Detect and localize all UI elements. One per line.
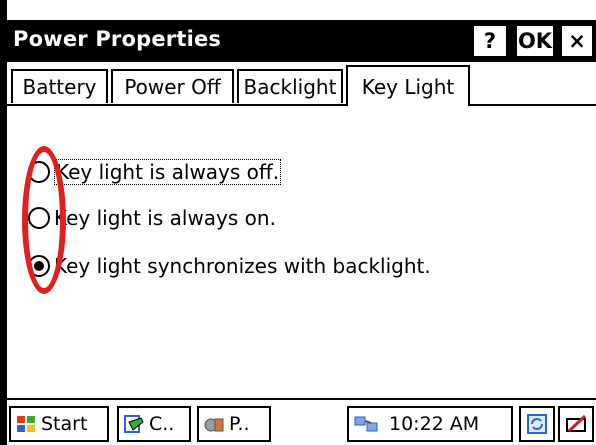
clock-tray[interactable]: 10:22 AM <box>347 406 513 442</box>
option-always-on-label: Key light is always on. <box>54 206 276 230</box>
title-bar: Power Properties ? OK × <box>7 20 596 62</box>
option-sync-backlight-label: Key light synchronizes with backlight. <box>54 254 431 278</box>
tab-battery[interactable]: Battery <box>11 69 108 103</box>
network-icon <box>354 416 378 432</box>
tray-button-2[interactable] <box>558 406 594 442</box>
task1-label: C.. <box>149 413 175 435</box>
sync-icon <box>527 414 547 434</box>
red-highlight-oval <box>22 146 66 294</box>
help-button[interactable]: ? <box>472 24 508 58</box>
window-title: Power Properties <box>13 27 222 51</box>
tab-key-light[interactable]: Key Light <box>346 65 470 107</box>
tray-button-1[interactable] <box>519 406 555 442</box>
ok-button[interactable]: OK <box>515 24 555 58</box>
tab-strip: Battery Power Off Backlight Key Light <box>7 62 596 107</box>
task2-label: P.. <box>229 413 250 435</box>
window-left-edge <box>0 0 7 445</box>
start-label: Start <box>41 413 88 435</box>
power-properties-window: Power Properties ? OK × Battery Power Of… <box>0 0 596 445</box>
tab-power-off[interactable]: Power Off <box>111 69 234 103</box>
task-button-1[interactable]: C.. <box>117 406 191 442</box>
tab-backlight[interactable]: Backlight <box>237 69 343 103</box>
taskbar: Start C.. P.. 10:22 AM <box>7 398 596 445</box>
input-panel-icon <box>566 414 587 433</box>
option-always-off-label: Key light is always off. <box>54 159 282 185</box>
start-button[interactable]: Start <box>9 406 109 442</box>
option-sync-backlight[interactable]: Key light synchronizes with backlight. <box>28 248 431 284</box>
power-icon <box>204 418 224 432</box>
option-always-off[interactable]: Key light is always off. <box>28 154 282 190</box>
task-button-2[interactable]: P.. <box>197 406 271 442</box>
control-panel-icon <box>124 415 144 433</box>
windows-flag-icon <box>17 416 35 432</box>
clock-label: 10:22 AM <box>389 413 480 435</box>
close-button[interactable]: × <box>560 24 594 58</box>
